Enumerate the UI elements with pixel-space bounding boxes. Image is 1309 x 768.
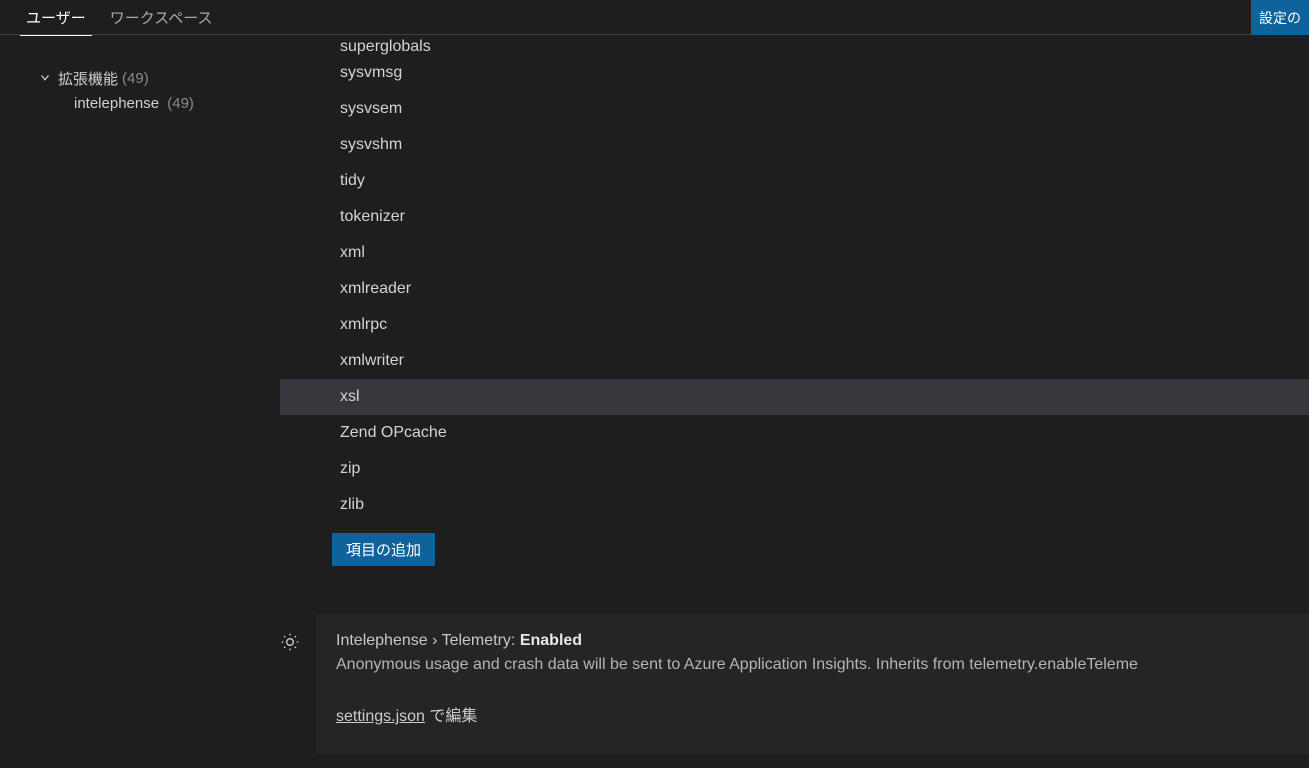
list-item[interactable]: zip [280, 451, 1309, 487]
setting-key: Enabled [520, 632, 582, 649]
list-item[interactable]: Zend OPcache [280, 415, 1309, 451]
settings-json-link[interactable]: settings.json [336, 708, 425, 725]
settings-tree-sidebar: 拡張機能 (49) intelephense (49) [0, 35, 280, 768]
edit-in-settings-json: settings.json で編集 [336, 702, 1289, 726]
list-item[interactable]: zlib [280, 487, 1309, 523]
list-item[interactable]: xml [280, 235, 1309, 271]
list-item[interactable]: xmlreader [280, 271, 1309, 307]
tree-item-count: (49) [122, 70, 149, 87]
setting-title: Intelephense › Telemetry: Enabled [336, 632, 1289, 650]
setting-telemetry: Intelephense › Telemetry: Enabled Anonym… [316, 614, 1309, 754]
list-item[interactable]: xmlrpc [280, 307, 1309, 343]
tab-workspace[interactable]: ワークスペース [104, 0, 219, 35]
tree-item-label: 拡張機能 [58, 68, 118, 89]
tree-item-intelephense[interactable]: intelephense (49) [0, 91, 280, 117]
list-item[interactable]: sysvsem [280, 91, 1309, 127]
list-item[interactable]: sysvshm [280, 127, 1309, 163]
setting-description: Anonymous usage and crash data will be s… [336, 656, 1289, 674]
settings-sync-badge[interactable]: 設定の [1251, 0, 1309, 35]
tree-item-count: (49) [167, 95, 194, 112]
list-item[interactable]: sysvmsg [280, 55, 1309, 91]
add-item-button[interactable]: 項目の追加 [332, 533, 435, 566]
gear-icon[interactable] [280, 632, 300, 652]
list-item[interactable]: tokenizer [280, 199, 1309, 235]
chevron-down-icon [38, 71, 52, 85]
list-item[interactable]: xmlwriter [280, 343, 1309, 379]
list-item[interactable]: superglobals [280, 35, 1309, 55]
settings-main-panel: superglobalssysvmsgsysvsemsysvshmtidytok… [280, 35, 1309, 768]
setting-breadcrumb: Intelephense [336, 632, 428, 649]
setting-list: superglobalssysvmsgsysvsemsysvshmtidytok… [280, 35, 1309, 523]
list-item[interactable]: xsl [280, 379, 1309, 415]
tree-item-label: intelephense [74, 95, 159, 112]
list-item[interactable]: tidy [280, 163, 1309, 199]
tab-bar: ユーザー ワークスペース 設定の [0, 0, 1309, 35]
tree-item-extensions[interactable]: 拡張機能 (49) [0, 65, 280, 91]
tab-user[interactable]: ユーザー [20, 0, 92, 36]
